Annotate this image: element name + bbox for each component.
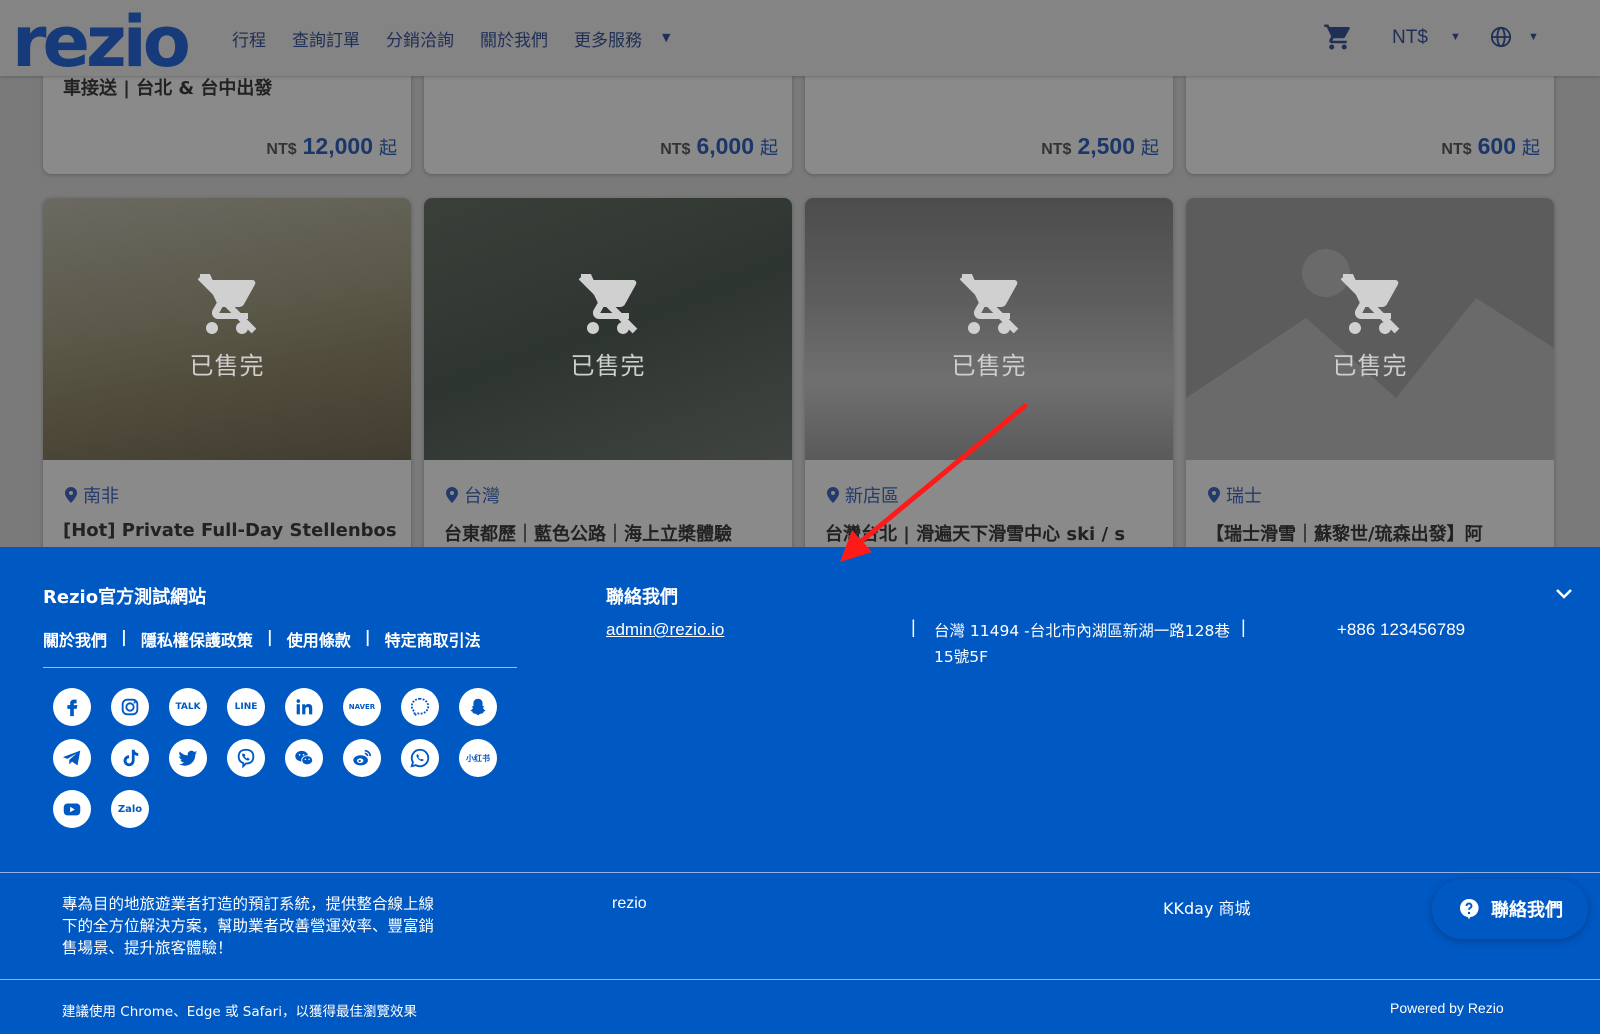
powered-by[interactable]: Powered by Rezio	[1390, 1000, 1504, 1016]
footer-link-commerce-law[interactable]: 特定商取引法	[385, 627, 481, 651]
sold-out-overlay: 已售完	[43, 198, 411, 460]
product-title: 台東都歷｜藍色公路｜海上立槳體驗	[444, 524, 732, 545]
separator: |	[911, 617, 916, 637]
product-location: 南非	[65, 482, 119, 508]
zalo-icon[interactable]: Zalo	[111, 790, 149, 828]
product-card[interactable]: 已售完 瑞士 【瑞士滑雪｜蘇黎世/琉森出發】阿	[1186, 198, 1554, 558]
facebook-icon[interactable]	[53, 688, 91, 726]
map-pin-icon	[1208, 487, 1220, 503]
wechat-icon[interactable]	[285, 739, 323, 777]
twitter-icon[interactable]	[169, 739, 207, 777]
divider	[0, 872, 1600, 873]
product-title: 【瑞士滑雪｜蘇黎世/琉森出發】阿	[1206, 524, 1483, 545]
contact-email-link[interactable]: admin@rezio.io	[606, 620, 724, 640]
messenger-icon[interactable]	[401, 688, 439, 726]
separator: |	[1241, 617, 1246, 637]
nav-item-more-services[interactable]: 更多服務	[574, 26, 642, 51]
footer-links: 關於我們 | 隱私權保護政策 | 使用條款 | 特定商取引法	[43, 627, 481, 651]
browser-recommendation: 建議使用 Chrome、Edge 或 Safari，以獲得最佳瀏覽效果	[62, 1004, 417, 1020]
link-separator: |	[121, 627, 127, 646]
footer-link-kkday[interactable]: KKday 商城	[1163, 895, 1251, 919]
cart-off-icon	[1340, 273, 1400, 334]
product-price: NT$ 2,500 起	[1041, 133, 1159, 159]
linkedin-icon[interactable]	[285, 688, 323, 726]
product-title: 台灣台北 | 滑遍天下滑雪中心 ski / s	[825, 524, 1126, 545]
cart-icon[interactable]	[1323, 22, 1353, 52]
viber-icon[interactable]	[227, 739, 265, 777]
cart-off-icon	[578, 273, 638, 334]
nav-item-orders[interactable]: 查詢訂單	[292, 26, 360, 51]
sold-out-overlay: 已售完	[805, 198, 1173, 460]
product-price: NT$ 600 起	[1441, 133, 1540, 159]
nav-item-about[interactable]: 關於我們	[480, 26, 548, 51]
currency-selector[interactable]: NT$	[1392, 27, 1428, 49]
product-location: 台灣	[446, 482, 500, 508]
map-pin-icon	[446, 487, 458, 503]
line-icon[interactable]: LINE	[227, 688, 265, 726]
site-header: rezio 行程 查詢訂單 分銷洽詢 關於我們 更多服務 ▼ NT$ ▼ ▼	[0, 0, 1600, 82]
telegram-icon[interactable]	[53, 739, 91, 777]
youtube-icon[interactable]	[53, 790, 91, 828]
link-separator: |	[364, 627, 371, 646]
chevron-down-icon[interactable]: ▼	[1450, 31, 1461, 43]
map-pin-icon	[65, 487, 77, 503]
footer-link-about[interactable]: 關於我們	[43, 627, 107, 651]
cart-off-icon	[959, 273, 1019, 334]
floating-contact-button[interactable]: 聯絡我們	[1432, 879, 1588, 939]
divider	[0, 979, 1600, 980]
contact-phone[interactable]: +886 123456789	[1337, 620, 1465, 640]
tiktok-icon[interactable]	[111, 739, 149, 777]
divider	[43, 667, 517, 668]
chevron-down-icon[interactable]	[1554, 587, 1574, 601]
product-location: 瑞士	[1208, 482, 1262, 508]
footer-link-privacy[interactable]: 隱私權保護政策	[141, 627, 253, 651]
contact-address: 台灣 11494 -台北市內湖區新湖一路128巷15號5F	[934, 622, 1230, 666]
help-icon	[1460, 898, 1479, 920]
nav-item-tours[interactable]: 行程	[232, 26, 266, 51]
footer-link-rezio[interactable]: rezio	[612, 895, 647, 913]
snapchat-icon[interactable]	[459, 688, 497, 726]
product-location: 新店區	[827, 482, 899, 508]
rezio-logo[interactable]: rezio	[12, 2, 191, 82]
globe-icon[interactable]	[1490, 26, 1512, 48]
xiaohongshu-icon[interactable]: 小红书	[459, 739, 497, 777]
product-card[interactable]: 已售完 南非 [Hot] Private Full-Day Stellenbos	[43, 198, 411, 558]
product-card[interactable]: 已售完 新店區 台灣台北 | 滑遍天下滑雪中心 ski / s	[805, 198, 1173, 558]
sold-out-overlay: 已售完	[1186, 198, 1554, 460]
sold-out-overlay: 已售完	[424, 198, 792, 460]
social-links: TALK LINE NAVER 小红书 Zalo	[53, 688, 533, 828]
kakaotalk-icon[interactable]: TALK	[169, 688, 207, 726]
whatsapp-icon[interactable]	[401, 739, 439, 777]
footer-description: 專為目的地旅遊業者打造的預訂系統，提供整合線上線下的全方位解決方案，幫助業者改善…	[62, 895, 435, 957]
instagram-icon[interactable]	[111, 688, 149, 726]
contact-title: 聯絡我們	[606, 587, 678, 608]
link-separator: |	[266, 627, 273, 646]
nav-item-distribution[interactable]: 分銷洽詢	[386, 26, 454, 51]
product-title: [Hot] Private Full-Day Stellenbos	[63, 520, 397, 541]
product-price: NT$ 6,000 起	[660, 133, 778, 159]
footer-site-name: Rezio官方測試網站	[43, 587, 207, 608]
weibo-icon[interactable]	[343, 739, 381, 777]
product-card[interactable]: 已售完 台灣 台東都歷｜藍色公路｜海上立槳體驗	[424, 198, 792, 558]
chevron-down-icon[interactable]: ▼	[1528, 31, 1539, 43]
chevron-down-icon[interactable]: ▼	[662, 26, 670, 51]
map-pin-icon	[827, 487, 839, 503]
cart-off-icon	[197, 273, 257, 334]
footer-link-terms[interactable]: 使用條款	[287, 627, 351, 651]
site-footer: Rezio官方測試網站 關於我們 | 隱私權保護政策 | 使用條款 | 特定商取…	[0, 547, 1600, 1034]
main-nav: 行程 查詢訂單 分銷洽詢 關於我們 更多服務 ▼	[232, 26, 670, 51]
naver-icon[interactable]: NAVER	[343, 688, 381, 726]
product-price: NT$ 12,000 起	[266, 133, 397, 159]
